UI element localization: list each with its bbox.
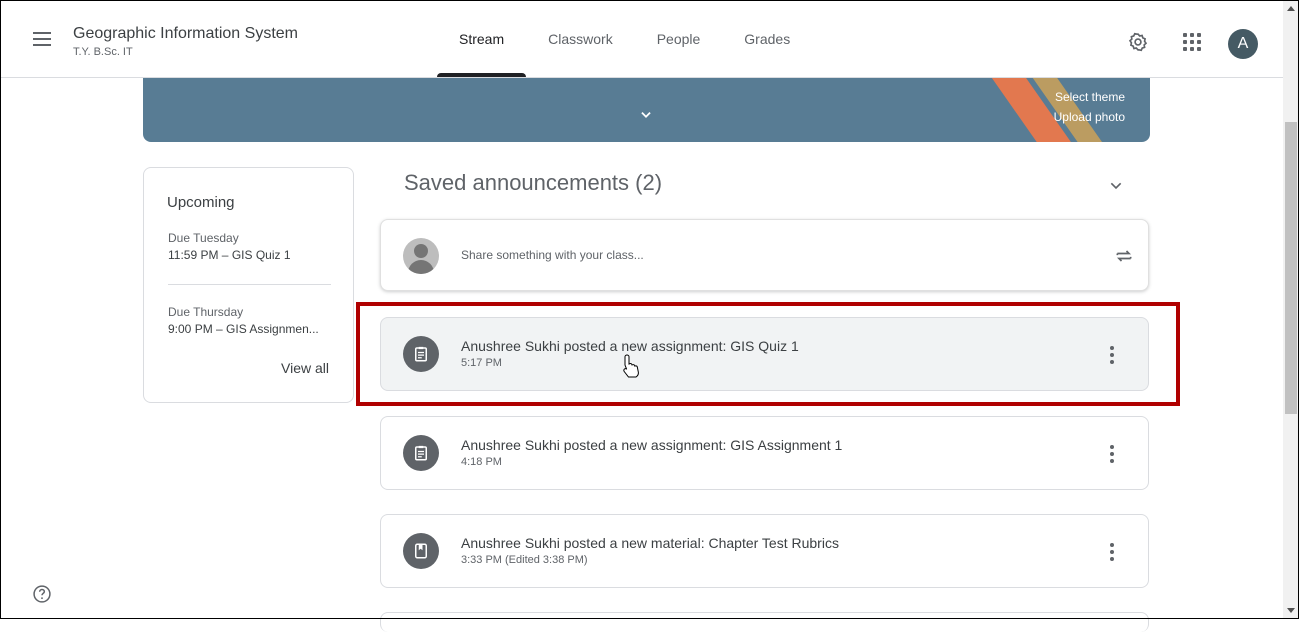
- upload-photo-link[interactable]: Upload photo: [1054, 110, 1125, 124]
- post-title[interactable]: Anushree Sukhi posted a new material: Ch…: [461, 535, 839, 551]
- class-banner: Select theme Upload photo: [143, 78, 1150, 142]
- divider: [168, 284, 331, 285]
- share-placeholder[interactable]: Share something with your class...: [461, 248, 644, 262]
- assignment-icon: [403, 336, 439, 372]
- vertical-scrollbar[interactable]: [1283, 0, 1299, 619]
- due-date: Due Tuesday: [168, 231, 239, 245]
- class-tabs: Stream Classwork People Grades: [437, 0, 812, 77]
- repost-icon[interactable]: [1114, 246, 1134, 266]
- chevron-down-icon[interactable]: [1108, 178, 1124, 194]
- hamburger-menu-icon[interactable]: [30, 27, 54, 51]
- avatar: [403, 238, 439, 274]
- apps-grid-icon[interactable]: [1183, 33, 1201, 51]
- more-options-icon[interactable]: [1108, 543, 1116, 561]
- post-title[interactable]: Anushree Sukhi posted a new assignment: …: [461, 437, 842, 453]
- upcoming-item[interactable]: Due Tuesday 11:59 PM – GIS Quiz 1: [168, 230, 291, 264]
- top-app-bar: Geographic Information System T.Y. B.Sc.…: [0, 0, 1283, 78]
- chevron-down-icon[interactable]: [639, 108, 653, 122]
- upcoming-item[interactable]: Due Thursday 9:00 PM – GIS Assignmen...: [168, 304, 319, 338]
- tab-stream[interactable]: Stream: [437, 0, 527, 77]
- select-theme-link[interactable]: Select theme: [1055, 90, 1125, 104]
- post-time: 3:33 PM (Edited 3:38 PM): [461, 554, 588, 566]
- share-announcement-box[interactable]: Share something with your class...: [380, 219, 1149, 291]
- stream-post[interactable]: Anushree Sukhi posted a new material: Ch…: [380, 514, 1149, 588]
- course-section: T.Y. B.Sc. IT: [73, 46, 133, 58]
- scroll-up-arrow[interactable]: [1287, 6, 1295, 11]
- more-options-icon[interactable]: [1108, 445, 1116, 463]
- tab-people[interactable]: People: [635, 0, 723, 77]
- scroll-down-arrow[interactable]: [1287, 608, 1295, 613]
- material-icon: [403, 533, 439, 569]
- view-all-link[interactable]: View all: [281, 360, 329, 376]
- tab-grades[interactable]: Grades: [722, 0, 812, 77]
- course-title[interactable]: Geographic Information System: [73, 25, 298, 43]
- tab-classwork[interactable]: Classwork: [526, 0, 635, 77]
- assignment-icon: [403, 435, 439, 471]
- account-avatar[interactable]: A: [1228, 29, 1258, 59]
- help-icon[interactable]: [32, 584, 52, 604]
- stream-post[interactable]: [380, 612, 1149, 632]
- scroll-thumb[interactable]: [1285, 122, 1297, 414]
- due-task[interactable]: 11:59 PM – GIS Quiz 1: [168, 247, 291, 264]
- stream-post[interactable]: Anushree Sukhi posted a new assignment: …: [380, 416, 1149, 490]
- post-time: 4:18 PM: [461, 456, 502, 468]
- post-time: 5:17 PM: [461, 357, 502, 369]
- upcoming-card: Upcoming Due Tuesday 11:59 PM – GIS Quiz…: [143, 167, 354, 403]
- saved-announcements-title[interactable]: Saved announcements (2): [404, 170, 662, 196]
- more-options-icon[interactable]: [1108, 346, 1116, 364]
- post-title[interactable]: Anushree Sukhi posted a new assignment: …: [461, 338, 799, 354]
- due-date: Due Thursday: [168, 305, 244, 319]
- hand-pointer-icon: [623, 354, 639, 378]
- due-task[interactable]: 9:00 PM – GIS Assignmen...: [168, 321, 319, 338]
- stream-post[interactable]: Anushree Sukhi posted a new assignment: …: [380, 317, 1149, 391]
- gear-icon[interactable]: [1128, 32, 1148, 52]
- upcoming-title: Upcoming: [167, 194, 235, 211]
